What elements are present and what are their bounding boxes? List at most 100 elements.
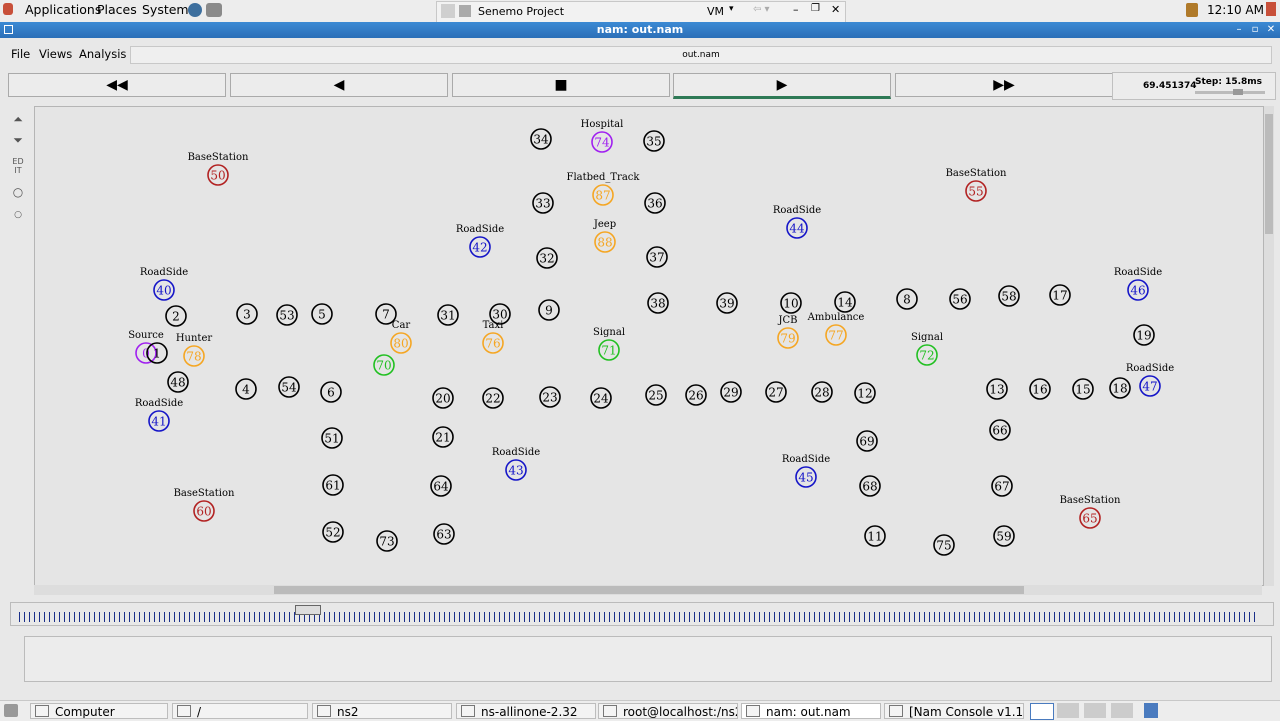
window-titlebar[interactable]: nam: out.nam – ▫ ✕ xyxy=(0,22,1280,38)
node-3[interactable]: 3 xyxy=(236,303,258,325)
node-70[interactable]: 70 xyxy=(373,354,395,376)
node-32[interactable]: 32 xyxy=(536,247,558,269)
applications-menu[interactable]: Applications xyxy=(25,2,101,17)
arrows-icon[interactable]: ⇦ ▾ xyxy=(753,4,770,15)
node-38[interactable]: 38 xyxy=(647,292,669,314)
node-51[interactable]: 51 xyxy=(321,427,343,449)
node-34[interactable]: 34 xyxy=(530,128,552,150)
node-46[interactable]: 46 RoadSide xyxy=(1114,267,1162,301)
workspace-2[interactable] xyxy=(1057,703,1079,718)
trash-icon[interactable] xyxy=(1144,703,1158,718)
small-circle-tool-icon[interactable]: ○ xyxy=(7,210,29,230)
node-1[interactable]: 1 xyxy=(146,342,168,364)
timeline-slider[interactable] xyxy=(10,602,1274,626)
places-menu[interactable]: Places xyxy=(97,2,137,17)
node-27[interactable]: 27 xyxy=(765,381,787,403)
task-nam-console[interactable]: [Nam Console v1.13] xyxy=(884,703,1024,719)
task-root-folder[interactable]: / xyxy=(172,703,308,719)
analysis-menu[interactable]: Analysis xyxy=(79,47,126,61)
step-slider[interactable] xyxy=(1195,91,1265,94)
views-menu[interactable]: Views xyxy=(39,47,72,61)
node-12[interactable]: 12 xyxy=(854,382,876,404)
node-5[interactable]: 5 xyxy=(311,303,333,325)
vertical-scroll-thumb[interactable] xyxy=(1265,114,1273,234)
node-58[interactable]: 58 xyxy=(998,285,1020,307)
chevron-down-icon[interactable]: ▾ xyxy=(729,4,734,14)
node-24[interactable]: 24 xyxy=(590,387,612,409)
edit-icon[interactable]: ED IT xyxy=(7,157,29,177)
node-23[interactable]: 23 xyxy=(539,386,561,408)
node-88[interactable]: 88 Jeep xyxy=(593,219,616,253)
node-73[interactable]: 73 xyxy=(376,530,398,552)
node-77[interactable]: 77 Ambulance xyxy=(807,312,865,346)
task-terminal[interactable]: root@localhost:/ns2... xyxy=(598,703,738,719)
vertical-scrollbar[interactable] xyxy=(1264,106,1274,586)
node-45[interactable]: 45 RoadSide xyxy=(782,454,830,488)
node-19[interactable]: 19 xyxy=(1133,324,1155,346)
node-74[interactable]: 74 Hospital xyxy=(581,119,624,153)
task-ns-allinone[interactable]: ns-allinone-2.32 xyxy=(456,703,596,719)
node-16[interactable]: 16 xyxy=(1029,378,1051,400)
node-59[interactable]: 59 xyxy=(993,525,1015,547)
minimize-icon[interactable]: – xyxy=(1232,23,1246,36)
node-41[interactable]: 41 RoadSide xyxy=(135,398,183,432)
zoom-in-icon[interactable]: ⏶ xyxy=(7,112,29,132)
node-56[interactable]: 56 xyxy=(949,288,971,310)
node-64[interactable]: 64 xyxy=(430,475,452,497)
file-menu[interactable]: File xyxy=(11,47,30,61)
node-25[interactable]: 25 xyxy=(645,384,667,406)
node-65[interactable]: 65 BaseStation xyxy=(1060,495,1121,529)
node-4[interactable]: 4 xyxy=(235,378,257,400)
minimize-icon[interactable]: – xyxy=(793,3,799,16)
node-36[interactable]: 36 xyxy=(644,192,666,214)
node-67[interactable]: 67 xyxy=(991,475,1013,497)
node-18[interactable]: 18 xyxy=(1109,377,1131,399)
annotation-panel[interactable] xyxy=(24,636,1272,682)
node-2[interactable]: 2 xyxy=(165,305,187,327)
node-43[interactable]: 43 RoadSide xyxy=(492,447,540,481)
node-66[interactable]: 66 xyxy=(989,419,1011,441)
active-window-task[interactable]: Senemo Project VM ▾ ⇦ ▾ – ❐ ✕ xyxy=(436,1,846,24)
node-15[interactable]: 15 xyxy=(1072,378,1094,400)
power-icon[interactable] xyxy=(1266,2,1276,16)
pin-icon[interactable] xyxy=(441,4,455,18)
node-26[interactable]: 26 xyxy=(685,384,707,406)
network-canvas[interactable]: 0 Source 1 2 3 53 5 7 31 30 9 34 74 Hospital 35 87 Flatb… xyxy=(34,106,1264,586)
vm-label[interactable]: VM xyxy=(707,5,724,18)
node-53[interactable]: 53 xyxy=(276,304,298,326)
circle-tool-icon[interactable]: ○ xyxy=(7,185,29,205)
browser-launcher-icon[interactable] xyxy=(188,3,202,17)
node-14[interactable]: 14 xyxy=(834,291,856,313)
node-11[interactable]: 11 xyxy=(864,525,886,547)
node-10[interactable]: 10 xyxy=(780,292,802,314)
node-63[interactable]: 63 xyxy=(433,523,455,545)
step-slider-handle[interactable] xyxy=(1233,89,1243,95)
node-48[interactable]: 48 xyxy=(167,371,189,393)
node-76[interactable]: 76 Taxi xyxy=(482,320,504,354)
stop-button[interactable]: ■ xyxy=(452,73,670,97)
horizontal-scrollbar[interactable] xyxy=(34,585,1262,595)
node-9[interactable]: 9 xyxy=(538,299,560,321)
node-29[interactable]: 29 xyxy=(720,381,742,403)
node-47[interactable]: 47 RoadSide xyxy=(1126,363,1174,397)
node-31[interactable]: 31 xyxy=(437,304,459,326)
node-21[interactable]: 21 xyxy=(432,426,454,448)
fast-forward-button[interactable]: ▶▶ xyxy=(895,73,1113,97)
node-33[interactable]: 33 xyxy=(532,192,554,214)
node-8[interactable]: 8 xyxy=(896,288,918,310)
node-42[interactable]: 42 RoadSide xyxy=(456,224,504,258)
close-icon[interactable]: ✕ xyxy=(1264,23,1278,36)
show-desktop-icon[interactable] xyxy=(4,704,18,717)
node-35[interactable]: 35 xyxy=(643,130,665,152)
maximize-icon[interactable]: ▫ xyxy=(1248,23,1262,36)
node-61[interactable]: 61 xyxy=(322,474,344,496)
node-69[interactable]: 69 xyxy=(856,430,878,452)
play-forward-button[interactable]: ▶ xyxy=(673,73,891,99)
node-39[interactable]: 39 xyxy=(716,292,738,314)
task-ns2[interactable]: ns2 xyxy=(312,703,452,719)
node-40[interactable]: 40 RoadSide xyxy=(140,267,188,301)
node-80[interactable]: 80 Car xyxy=(390,320,412,354)
node-75[interactable]: 75 xyxy=(933,534,955,556)
workspace-4[interactable] xyxy=(1111,703,1133,718)
node-54[interactable]: 54 xyxy=(278,376,300,398)
